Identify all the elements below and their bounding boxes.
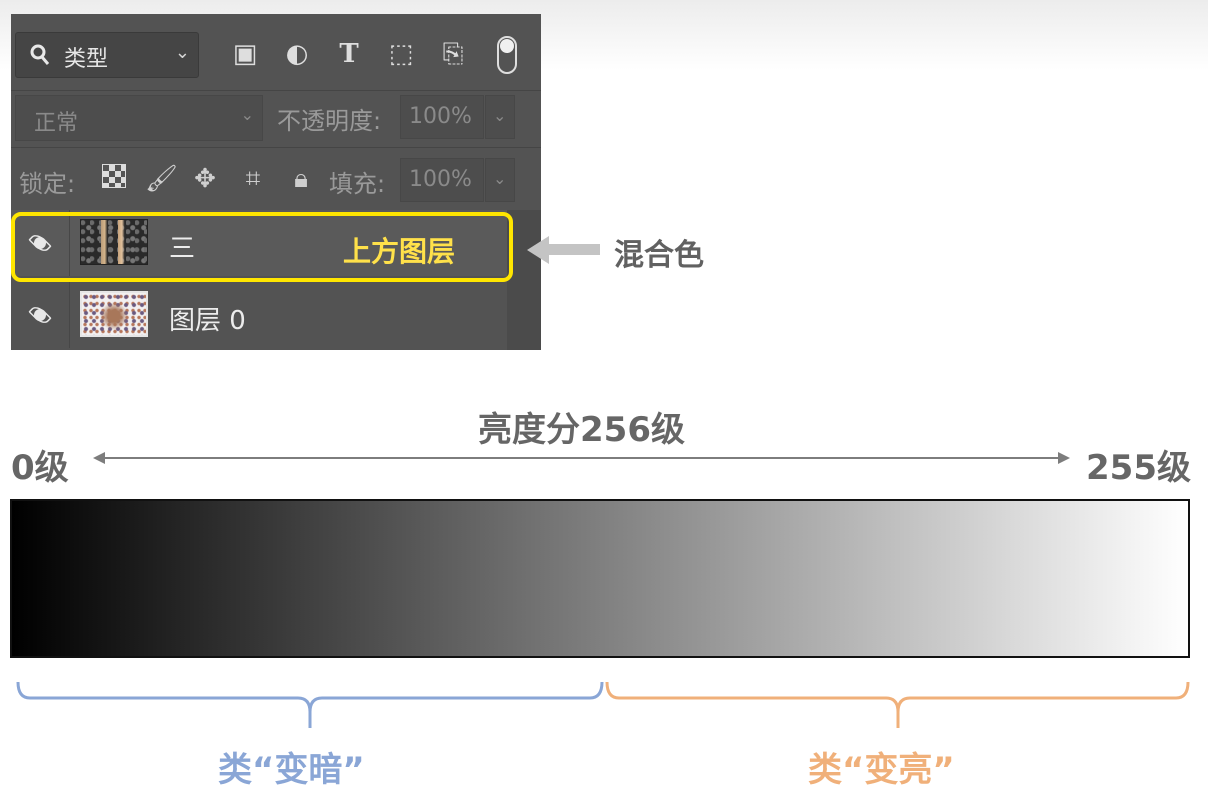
opacity-dropdown-button[interactable]: ⌄ (485, 95, 515, 139)
light-group-label: 类“变亮” (808, 750, 955, 790)
arrow-right-icon (1058, 452, 1070, 464)
brightness-gradient (10, 499, 1190, 658)
fill-dropdown-button[interactable]: ⌄ (485, 158, 515, 202)
axis-end-label: 255级 (1086, 448, 1191, 488)
lock-image-pixels-icon[interactable]: 🖌︎ (145, 164, 178, 194)
visibility-toggle[interactable] (11, 282, 70, 348)
image-filter-icon[interactable]: ▣ (229, 40, 261, 68)
shape-filter-icon[interactable]: ⬚ (385, 40, 417, 68)
light-group-brace (605, 681, 1190, 728)
adjustment-filter-icon[interactable]: ◐ (281, 40, 313, 68)
layer-name: 图层 0 (169, 306, 246, 336)
fill-input[interactable]: 100% (400, 158, 484, 202)
layers-panel: 类型 ⌄ ▣ ◐ T ⬚ ⎘ 正常 ⌄ 不透明度: 100% ⌄ 锁定: 🖌︎ … (11, 14, 541, 350)
chevron-down-icon: ⌄ (493, 169, 507, 188)
chevron-down-icon: ⌄ (174, 42, 190, 63)
group-braces (16, 681, 1190, 728)
dark-group-brace (16, 681, 604, 728)
dark-group-label: 类“变暗” (218, 750, 365, 790)
axis-start-label: 0级 (11, 448, 69, 488)
blend-row: 正常 ⌄ 不透明度: 100% ⌄ (11, 90, 541, 147)
axis-title: 亮度分256级 (478, 410, 685, 450)
layer-thumbnail (80, 291, 148, 337)
axis-line (104, 457, 1058, 459)
smart-object-filter-icon[interactable]: ⎘ (437, 40, 469, 68)
opacity-value: 100% (409, 104, 472, 129)
lock-label: 锁定: (19, 170, 76, 198)
type-filter-icon[interactable]: T (333, 40, 365, 68)
blend-mode-select[interactable]: 正常 ⌄ (15, 95, 263, 141)
filter-row: 类型 ⌄ ▣ ◐ T ⬚ ⎘ (11, 14, 541, 90)
filter-kind-select[interactable]: 类型 ⌄ (15, 32, 199, 78)
search-icon (30, 44, 50, 65)
layer-row-base[interactable]: 图层 0 (11, 282, 507, 348)
filter-toggle[interactable] (497, 36, 517, 74)
opacity-input[interactable]: 100% (400, 95, 484, 139)
lock-transparent-pixels-icon[interactable] (102, 164, 126, 188)
arrow-stem (546, 244, 600, 255)
fill-label: 填充: (329, 170, 386, 198)
filter-kind-label: 类型 (64, 47, 109, 72)
chevron-down-icon: ⌄ (493, 106, 507, 125)
blend-color-label: 混合色 (614, 238, 704, 273)
lock-position-icon[interactable]: ✥ (189, 164, 221, 194)
lock-artboard-icon[interactable]: ⌗ (237, 164, 269, 195)
eye-pupil (34, 309, 46, 321)
chevron-down-icon: ⌄ (240, 105, 254, 124)
upper-layer-label: 上方图层 (343, 235, 456, 268)
fill-value: 100% (409, 167, 472, 192)
blend-mode-value: 正常 (34, 111, 79, 136)
lock-all-icon[interactable]: 🔒︎ (285, 164, 317, 195)
opacity-label: 不透明度: (277, 107, 382, 135)
